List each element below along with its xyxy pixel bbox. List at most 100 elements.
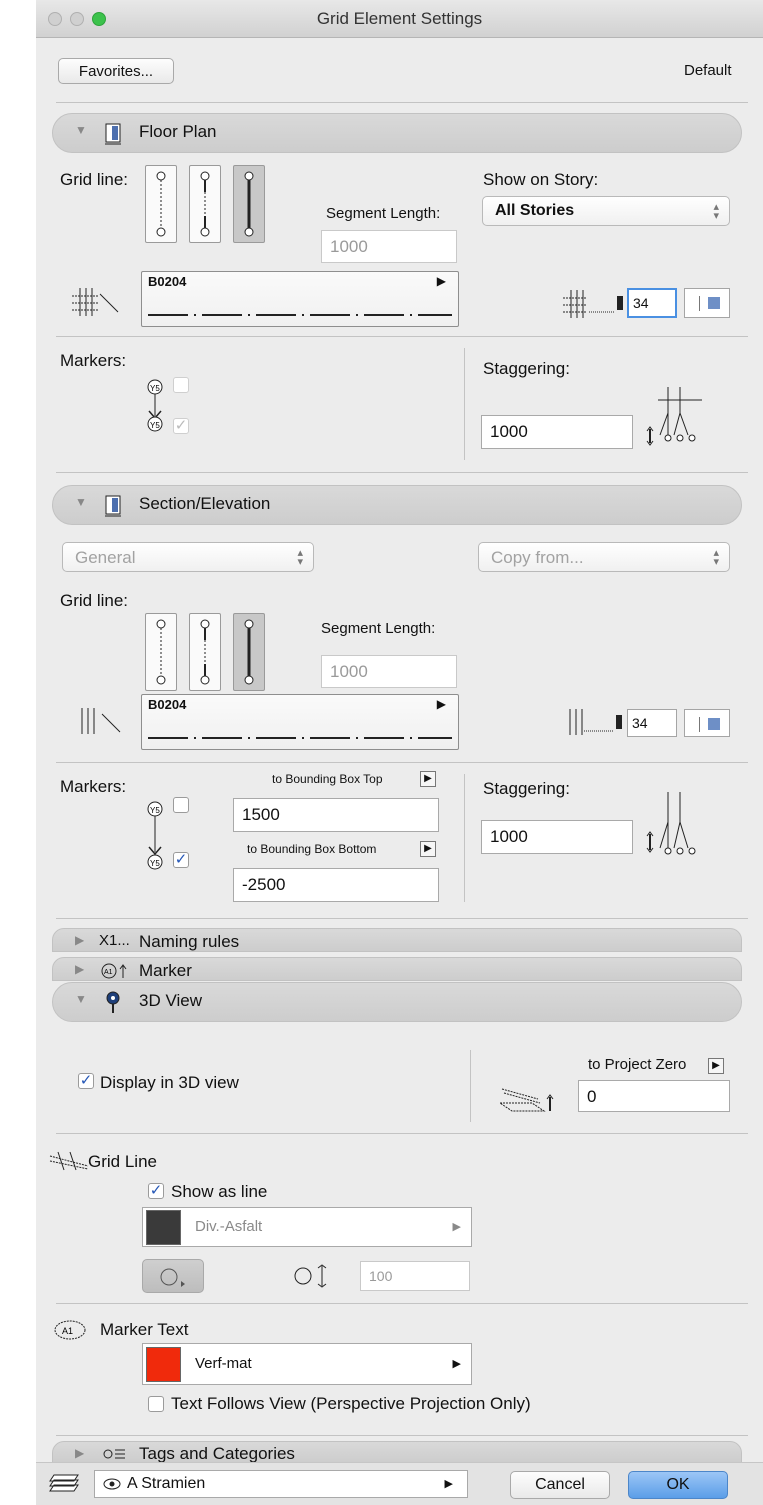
- pen-number-input[interactable]: 34: [627, 288, 677, 318]
- copy-from-select[interactable]: Copy from... ▴ ▾: [478, 542, 730, 572]
- naming-rules-panel-header[interactable]: ▶ X1... Naming rules: [52, 928, 742, 952]
- line-type-preview: [148, 737, 452, 739]
- segmented-line-icon: [156, 171, 166, 237]
- grid-line-segmented-option[interactable]: [145, 165, 177, 243]
- section-line-type-icon: [81, 708, 121, 734]
- divider: [56, 1303, 748, 1304]
- svg-text:A1: A1: [62, 1326, 73, 1336]
- pen-grid-icon: [563, 290, 623, 318]
- material-name: Div.-Asfalt: [195, 1218, 263, 1235]
- end-marker-checkbox[interactable]: ✓: [173, 852, 189, 868]
- grid-line-end-segments-option[interactable]: [189, 165, 221, 243]
- divider: [56, 472, 748, 473]
- grid-line-full-option[interactable]: [233, 165, 265, 243]
- layer-select[interactable]: A Stramien ▶: [94, 1470, 468, 1498]
- material-picker[interactable]: Div.-Asfalt ▶: [142, 1207, 472, 1247]
- grid-line-segmented-option[interactable]: [145, 613, 177, 691]
- play-arrow-icon: ▶: [452, 1358, 461, 1370]
- marker-icon: A1: [101, 963, 127, 979]
- show-on-story-label: Show on Story:: [483, 170, 599, 189]
- to-bounding-box-bottom-button[interactable]: ▶: [420, 841, 436, 857]
- line-type-code: B0204: [148, 274, 187, 289]
- end-segments-icon: [200, 619, 210, 685]
- tags-categories-panel-header[interactable]: ▶ Tags and Categories: [52, 1441, 742, 1463]
- line-type-selector[interactable]: B0204 ▶: [141, 694, 459, 750]
- general-select[interactable]: General ▴ ▾: [62, 542, 314, 572]
- line-style-button[interactable]: [142, 1259, 204, 1293]
- text-material-picker[interactable]: Verf-mat ▶: [142, 1343, 472, 1385]
- grid-element-settings-window: Grid Element Settings Favorites... Defau…: [36, 0, 763, 1505]
- disclosure-open-icon[interactable]: ▼: [75, 992, 87, 1006]
- tags-categories-title: Tags and Categories: [139, 1444, 295, 1463]
- floor-plan-panel-header[interactable]: ▼ Floor Plan: [52, 113, 742, 153]
- 3d-view-title: 3D View: [139, 991, 202, 1010]
- show-as-line-checkbox[interactable]: ✓: [148, 1183, 164, 1199]
- segmented-line-icon: [156, 619, 166, 685]
- floor-plan-icon: [105, 123, 121, 145]
- copy-from-value: Copy from...: [491, 548, 584, 567]
- grid-line-full-option[interactable]: [233, 613, 265, 691]
- staggering-label: Staggering:: [483, 779, 570, 798]
- general-select-value: General: [75, 548, 136, 567]
- to-bounding-box-top-button[interactable]: ▶: [420, 771, 436, 787]
- disclosure-open-icon[interactable]: ▼: [75, 495, 87, 509]
- elevation-plane-icon: [498, 1088, 554, 1112]
- to-bounding-box-top-input[interactable]: 1500: [233, 798, 439, 832]
- pen-section-icon: [569, 709, 622, 735]
- line-thickness-icon: [294, 1264, 327, 1288]
- floor-plan-title: Floor Plan: [139, 122, 217, 141]
- start-marker-checkbox[interactable]: [173, 377, 189, 393]
- line-weight-toggle[interactable]: [684, 288, 730, 318]
- circle-arrow-icon: [160, 1268, 185, 1287]
- favorites-button[interactable]: Favorites...: [58, 58, 174, 84]
- text-material-swatch: [146, 1347, 181, 1382]
- to-bounding-box-bottom-input[interactable]: -2500: [233, 868, 439, 902]
- disclosure-open-icon[interactable]: ▼: [75, 123, 87, 137]
- play-arrow-icon: ▶: [444, 1478, 453, 1490]
- line-weight-toggle[interactable]: [684, 709, 730, 737]
- svg-text:Y5: Y5: [150, 806, 160, 815]
- naming-rules-title: Naming rules: [139, 932, 240, 951]
- marker-panel-header[interactable]: ▶ A1 Marker: [52, 957, 742, 981]
- title-bar: Grid Element Settings: [36, 0, 763, 38]
- end-marker-checkbox[interactable]: ✓: [173, 418, 189, 434]
- display-in-3d-checkbox[interactable]: ✓: [78, 1073, 94, 1089]
- segment-length-input[interactable]: 1000: [321, 230, 457, 263]
- line-thickness-input[interactable]: 100: [360, 1261, 470, 1291]
- 3d-view-panel-header[interactable]: ▼ 3D View: [52, 982, 742, 1022]
- divider: [56, 918, 748, 919]
- naming-rules-icon: X1...: [99, 932, 130, 949]
- divider: [56, 762, 748, 763]
- disclosure-closed-icon[interactable]: ▶: [75, 1446, 84, 1460]
- staggering-input[interactable]: 1000: [481, 820, 633, 854]
- marker-both-ends-icon: Y5 Y5: [147, 379, 163, 432]
- disclosure-closed-icon[interactable]: ▶: [75, 933, 84, 947]
- ok-button[interactable]: OK: [628, 1471, 728, 1499]
- to-project-zero-label: to Project Zero: [588, 1056, 687, 1073]
- to-project-zero-button[interactable]: ▶: [708, 1058, 724, 1074]
- section-elevation-panel-header[interactable]: ▼ Section/Elevation: [52, 485, 742, 525]
- disclosure-closed-icon[interactable]: ▶: [75, 962, 84, 976]
- pen-number-input[interactable]: 34: [627, 709, 677, 737]
- staggering-input[interactable]: 1000: [481, 415, 633, 449]
- line-type-selector[interactable]: B0204 ▶: [141, 271, 459, 327]
- show-on-story-value: All Stories: [495, 202, 575, 219]
- divider: [464, 774, 465, 902]
- cancel-button[interactable]: Cancel: [510, 1471, 610, 1499]
- material-swatch: [146, 1210, 181, 1245]
- markers-label: Markers:: [60, 777, 127, 796]
- play-arrow-icon: ▶: [452, 1221, 461, 1233]
- text-follows-view-checkbox[interactable]: [148, 1396, 164, 1412]
- grid-line-end-segments-option[interactable]: [189, 613, 221, 691]
- divider: [464, 348, 465, 460]
- layers-icon: [49, 1474, 79, 1492]
- start-marker-checkbox[interactable]: [173, 797, 189, 813]
- play-arrow-icon: ▶: [436, 697, 446, 711]
- show-on-story-select[interactable]: All Stories ▴ ▾: [482, 196, 730, 226]
- show-as-line-label: Show as line: [171, 1182, 268, 1201]
- to-project-zero-input[interactable]: 0: [578, 1080, 730, 1112]
- segment-length-input[interactable]: 1000: [321, 655, 457, 688]
- svg-text:Y5: Y5: [150, 859, 160, 868]
- text-material-name: Verf-mat: [195, 1355, 252, 1372]
- marker-text-label: Marker Text: [100, 1320, 189, 1339]
